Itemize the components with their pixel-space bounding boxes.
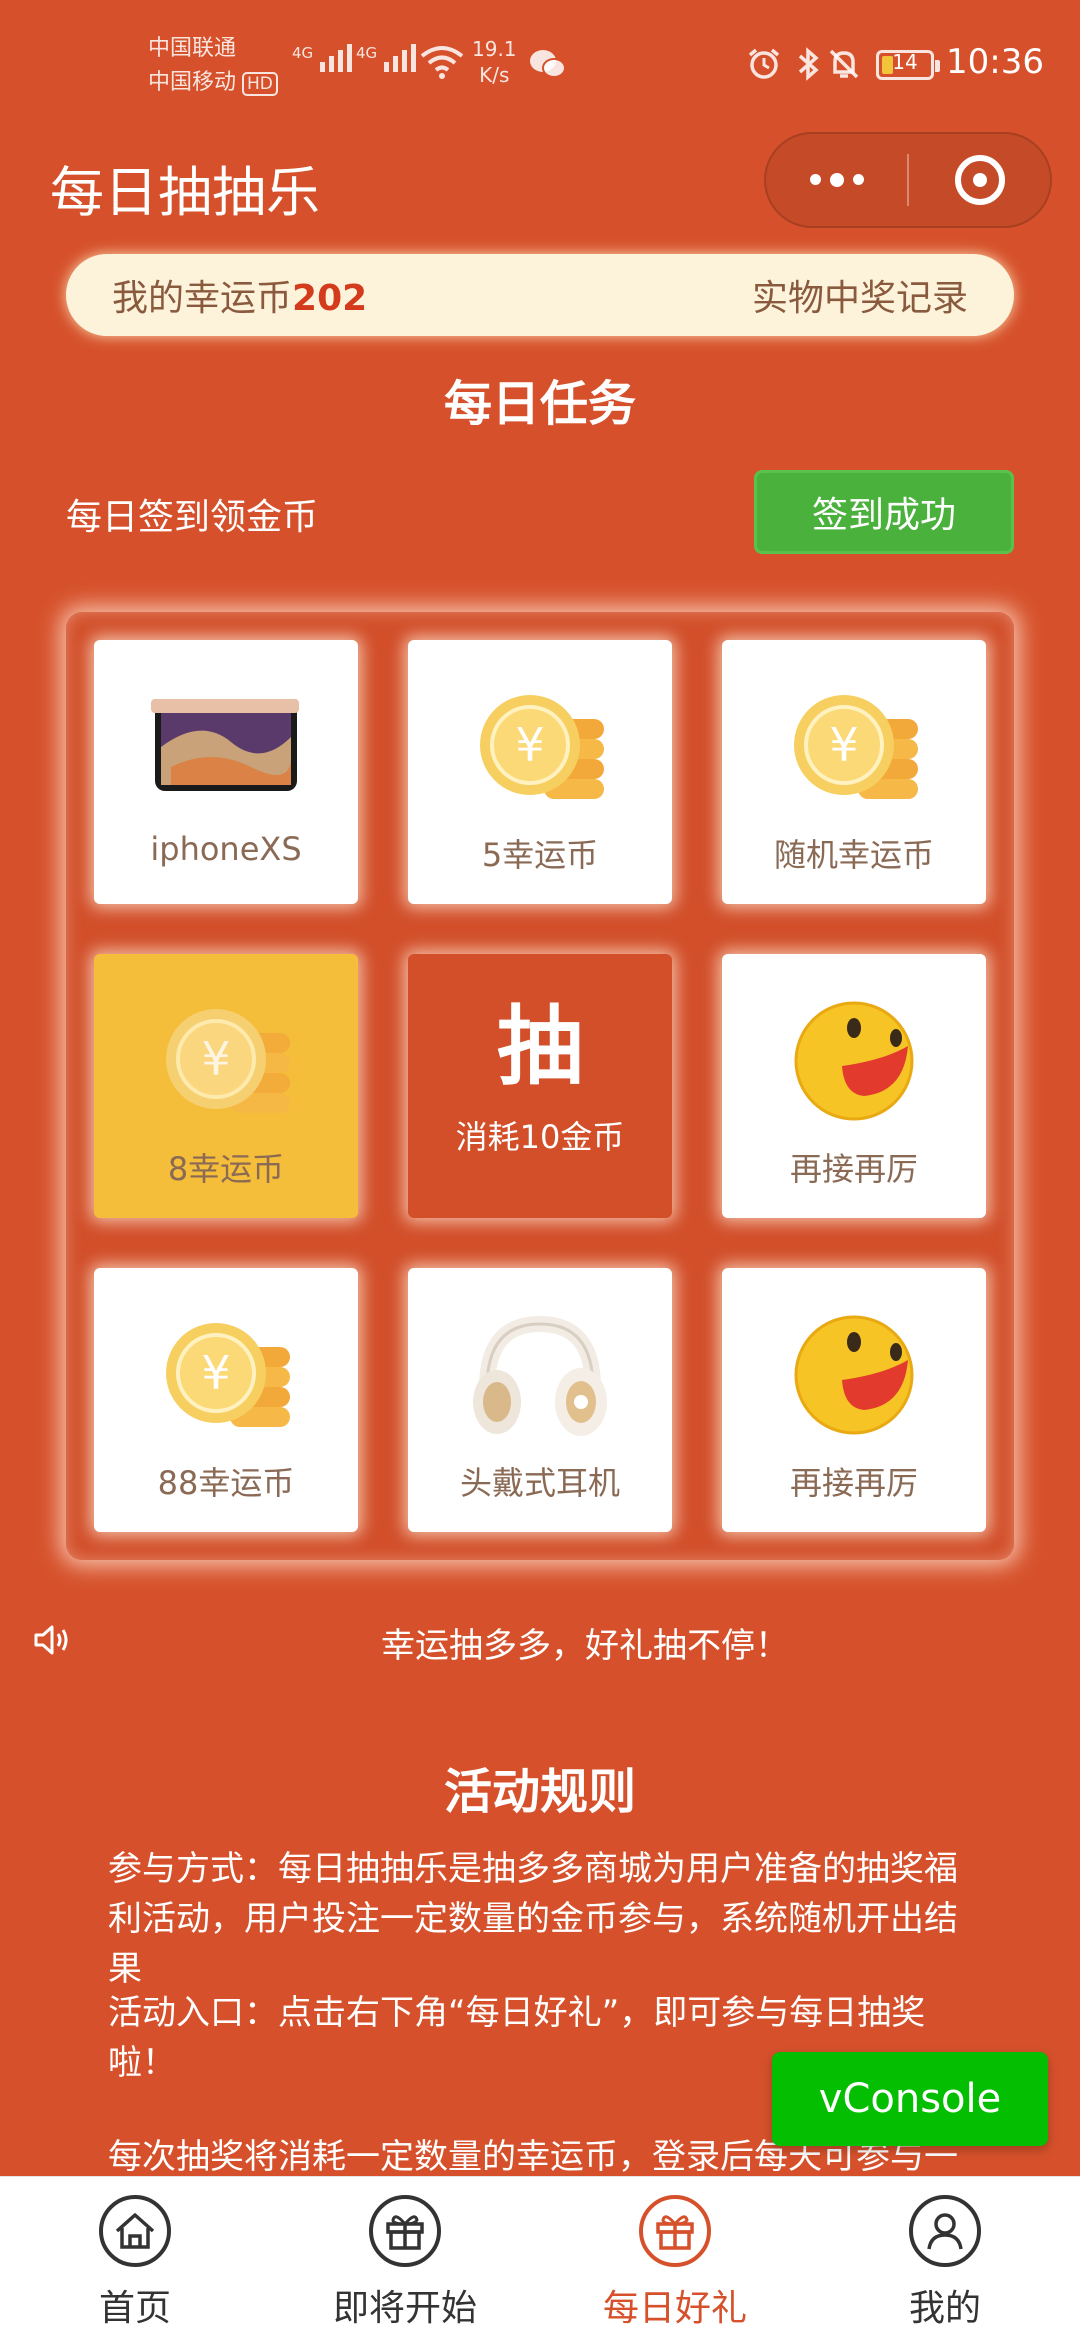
coin-icon: ¥ [151,996,301,1126]
coin-icon: ¥ [465,682,615,812]
prize-label: 再接再厉 [789,1464,918,1502]
prize-cell: ¥ 5幸运币 [408,640,672,904]
close-button[interactable] [909,134,1050,226]
signin-button[interactable]: 签到成功 [754,470,1014,554]
prize-label: 88幸运币 [157,1464,295,1502]
coin-bar: 我的幸运币202 实物中奖记录 [66,254,1014,336]
page-title: 每日抽抽乐 [50,161,320,224]
prize-label: 5幸运币 [481,836,599,874]
coin-balance: 我的幸运币202 [112,269,367,321]
status-bar: 中国联通 中国移动 HD 4G 4G 19.1 K/s 14 10:36 [0,0,1080,130]
signin-task-label: 每日签到领金币 [66,497,319,538]
prize-grid: iphoneXS ¥ 5幸运币 ¥ 随机幸运币 ¥ 8幸运币 抽 消耗10金币 … [66,612,1014,1560]
carrier-2: 中国移动 [148,70,237,95]
wifi-icon [420,46,464,79]
signal-icon: 4G [292,44,353,72]
prize-cell: ¥ 88幸运币 [94,1268,358,1532]
draw-cost: 消耗10金币 [455,1118,625,1156]
carrier-1: 中国联通 [148,36,237,61]
bluetooth-icon [798,47,819,81]
svg-text:¥: ¥ [829,718,858,772]
tab-label: 我的 [908,2288,981,2329]
draw-button[interactable]: 抽 消耗10金币 [408,954,672,1218]
marquee-text: 幸运抽多多，好礼抽不停！ [381,1626,789,1666]
svg-text:¥: ¥ [201,1032,230,1086]
more-icon [809,172,864,187]
prize-cell: 头戴式耳机 [408,1268,672,1532]
coin-label: 我的幸运币 [112,278,293,319]
more-button[interactable] [766,134,907,226]
coin-count: 202 [292,278,368,319]
tab-label: 即将开始 [332,2288,477,2329]
signal-icon: 4G [356,44,417,72]
tab-upcoming[interactable]: 即将开始 [270,2177,540,2340]
gift-icon [639,2195,711,2267]
close-target-icon [954,155,1005,205]
coin-icon: ¥ [151,1310,301,1440]
prize-label: 头戴式耳机 [459,1464,620,1502]
tab-daily-gift[interactable]: 每日好礼 [540,2177,810,2340]
network-speed: 19.1 K/s [472,37,517,87]
gift-icon [369,2195,441,2267]
rules-paragraph: 参与方式：每日抽抽乐是抽多多商城为用户准备的抽奖福利活动，用户投注一定数量的金币… [108,1849,958,1989]
prize-cell: ¥ 随机幸运币 [722,640,986,904]
phone-icon [151,682,301,812]
clock: 10:36 [946,42,1044,82]
vconsole-button[interactable]: vConsole [772,2052,1048,2146]
tasks-title: 每日任务 [443,376,636,432]
prize-cell: 再接再厉 [722,1268,986,1532]
prize-label: 8幸运币 [167,1150,285,1188]
svg-text:¥: ¥ [515,718,544,772]
smiley-icon [779,1310,929,1440]
miniprogram-capsule [764,132,1052,228]
draw-label: 抽 [497,997,583,1097]
prize-label: 再接再厉 [789,1150,918,1188]
svg-text:¥: ¥ [201,1346,230,1400]
prize-records-link[interactable]: 实物中奖记录 [752,269,968,321]
alarm-icon [748,48,780,79]
tab-label: 每日好礼 [602,2288,747,2329]
coin-icon: ¥ [779,682,929,812]
mute-icon [829,49,859,79]
prize-label: iphoneXS [150,830,302,868]
rules-title: 活动规则 [443,1764,636,1820]
tab-home[interactable]: 首页 [0,2177,270,2340]
prize-cell: iphoneXS [94,640,358,904]
prize-label: 随机幸运币 [773,836,934,874]
headphones-icon [465,1310,615,1440]
tab-profile[interactable]: 我的 [810,2177,1080,2340]
hd-badge: HD [242,72,278,96]
battery-icon: 14 [876,50,940,80]
home-icon [99,2195,171,2267]
carrier-info: 中国联通 中国移动 HD [148,32,278,101]
tab-label: 首页 [98,2288,171,2329]
user-icon [909,2195,981,2267]
bottom-tabbar: 首页 即将开始 每日好礼 我的 [0,2176,1080,2340]
wechat-icon [530,50,566,78]
prize-cell-highlighted: ¥ 8幸运币 [94,954,358,1218]
prize-cell: 再接再厉 [722,954,986,1218]
smiley-icon [779,996,929,1126]
